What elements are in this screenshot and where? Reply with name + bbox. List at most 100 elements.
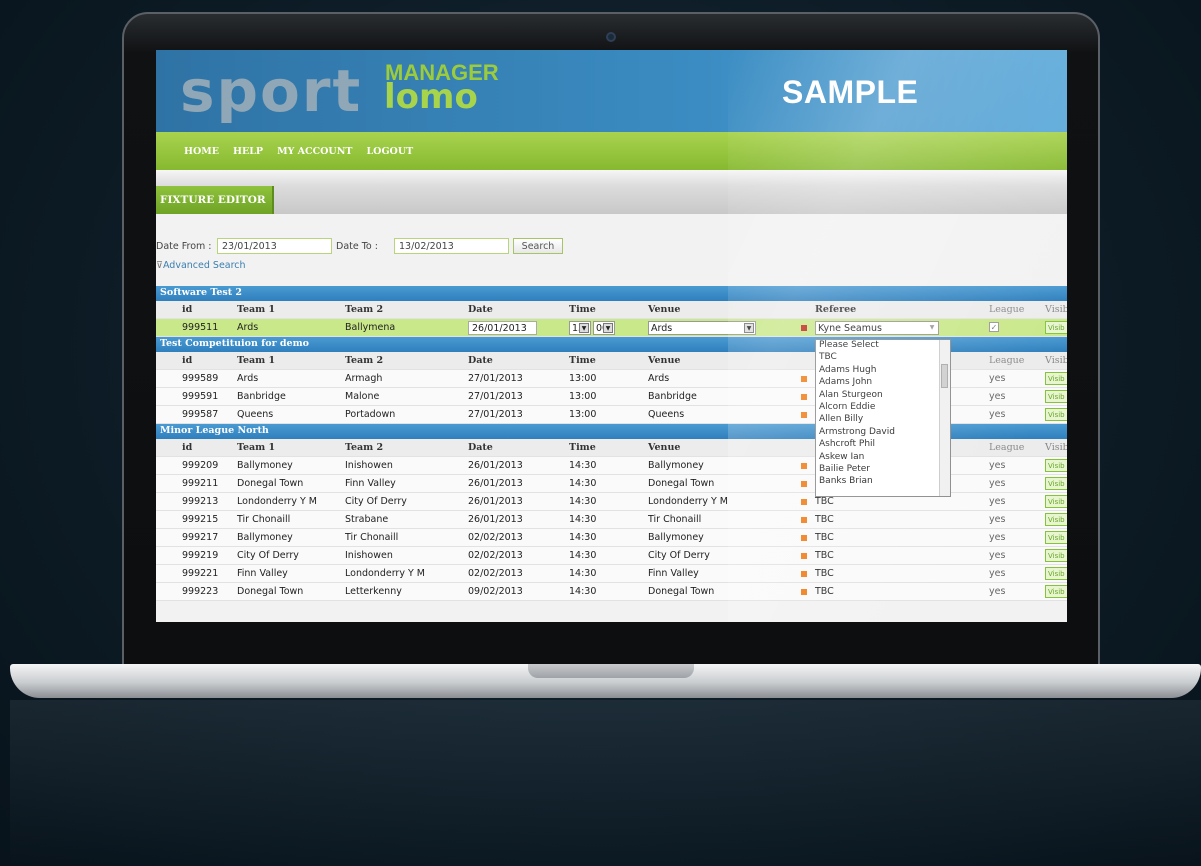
cell-league: yes: [989, 568, 1006, 579]
laptop-reflection: [10, 700, 1201, 866]
visible-button[interactable]: Visib: [1045, 585, 1067, 598]
cell-team1: Queens: [237, 409, 274, 420]
dropdown-option[interactable]: Alan Sturgeon: [816, 390, 950, 402]
dropdown-option[interactable]: Adams Hugh: [816, 365, 950, 377]
venue-value: Ards: [651, 323, 673, 334]
editing-row[interactable]: 999511 Ards Ballymena 26/01/2013 13▼ 00▼…: [156, 319, 1067, 337]
dropdown-option[interactable]: Askew Ian: [816, 452, 950, 464]
cell-league: yes: [989, 373, 1006, 384]
cell-league: yes: [989, 496, 1006, 507]
cell-league: yes: [989, 586, 1006, 597]
visible-button[interactable]: Visib: [1045, 531, 1067, 544]
visible-button[interactable]: Visib: [1045, 513, 1067, 526]
minute-select[interactable]: 00▼: [593, 321, 615, 335]
cell-venue: Ballymoney: [648, 460, 704, 471]
referee-marker-icon: [801, 553, 807, 559]
table-row[interactable]: 999215 Tir Chonaill Strabane 26/01/2013 …: [156, 511, 1067, 529]
scrollbar-thumb[interactable]: [941, 364, 948, 388]
visible-button[interactable]: Visib: [1045, 408, 1067, 421]
cell-team2: Tir Chonaill: [345, 532, 399, 543]
nav-help[interactable]: HELP: [233, 146, 263, 157]
advanced-search-link[interactable]: ⊽Advanced Search: [156, 260, 246, 271]
dropdown-option[interactable]: Armstrong David: [816, 427, 950, 439]
cell-venue: Donegal Town: [648, 586, 715, 597]
col-team2: Team 2: [345, 355, 384, 366]
cell-team1: Ballymoney: [237, 460, 293, 471]
nav-my-account[interactable]: MY ACCOUNT: [277, 146, 352, 157]
table-row[interactable]: 999223 Donegal Town Letterkenny 09/02/20…: [156, 583, 1067, 601]
table-row[interactable]: 999219 City Of Derry Inishowen 02/02/201…: [156, 547, 1067, 565]
chevron-down-icon: ▼: [744, 323, 754, 333]
visible-button[interactable]: Visib: [1045, 390, 1067, 403]
sub-bar: [156, 170, 1067, 186]
visible-button[interactable]: Visib: [1045, 495, 1067, 508]
date-to-field[interactable]: 13/02/2013: [394, 238, 509, 254]
league-checkbox[interactable]: ✓: [989, 322, 999, 332]
cell-team2: Portadown: [345, 409, 396, 420]
visible-button[interactable]: Visib: [1045, 477, 1067, 490]
table-row[interactable]: 999217 Ballymoney Tir Chonaill 02/02/201…: [156, 529, 1067, 547]
cell-date: 02/02/2013: [468, 550, 523, 561]
referee-marker-icon: [801, 535, 807, 541]
col-league: League: [989, 304, 1025, 315]
cell-time: 14:30: [569, 568, 597, 579]
date-from-label: Date From :: [156, 241, 212, 252]
cell-team1: Donegal Town: [237, 586, 304, 597]
referee-dropdown-list[interactable]: Please Select TBC Adams Hugh Adams John Alan…: [815, 339, 951, 497]
cell-id: 999221: [182, 568, 219, 579]
venue-select[interactable]: Ards ▼: [648, 321, 756, 335]
nav-logout[interactable]: LOGOUT: [366, 146, 413, 157]
col-league: League: [989, 442, 1025, 453]
dropdown-option[interactable]: Ashcroft Phil: [816, 439, 950, 451]
cell-referee[interactable]: TBC: [815, 586, 834, 597]
col-team1: Team 1: [237, 442, 276, 453]
dropdown-scrollbar[interactable]: [939, 340, 950, 496]
dropdown-option[interactable]: TBC: [816, 352, 950, 364]
date-from-field[interactable]: 23/01/2013: [217, 238, 332, 254]
dropdown-option[interactable]: Allen Billy: [816, 414, 950, 426]
dropdown-option[interactable]: Banks Brian: [816, 476, 950, 488]
table-row[interactable]: 999221 Finn Valley Londonderry Y M 02/02…: [156, 565, 1067, 583]
dropdown-option[interactable]: Bailie Peter: [816, 464, 950, 476]
col-team1: Team 1: [237, 355, 276, 366]
referee-marker-icon: [801, 394, 807, 400]
visible-button[interactable]: Visib: [1045, 372, 1067, 385]
dropdown-option[interactable]: Adams John: [816, 377, 950, 389]
section-header: Software Test 2: [156, 286, 1067, 301]
date-input[interactable]: 26/01/2013: [468, 321, 537, 335]
col-id: id: [182, 355, 193, 366]
cell-team2: Inishowen: [345, 460, 393, 471]
referee-select[interactable]: Kyne Seamus ▼: [815, 321, 939, 335]
cell-time: 14:30: [569, 532, 597, 543]
cell-date: 26/01/2013: [468, 478, 523, 489]
cell-id: 999217: [182, 532, 219, 543]
visible-button[interactable]: Visib: [1045, 459, 1067, 472]
cell-team2: City Of Derry: [345, 496, 407, 507]
cell-team2: Inishowen: [345, 550, 393, 561]
visible-button[interactable]: Visib: [1045, 321, 1067, 334]
cell-id: 999211: [182, 478, 219, 489]
cell-referee[interactable]: TBC: [815, 568, 834, 579]
cell-time: 14:30: [569, 496, 597, 507]
dropdown-option[interactable]: Please Select: [816, 340, 950, 352]
search-button[interactable]: Search: [513, 238, 563, 254]
cell-league: yes: [989, 460, 1006, 471]
tab-fixture-editor[interactable]: FIXTURE EDITOR: [156, 186, 274, 214]
chevron-down-icon: ▼: [603, 323, 613, 333]
referee-marker-icon: [801, 571, 807, 577]
referee-marker-icon: [801, 412, 807, 418]
cell-date: 27/01/2013: [468, 391, 523, 402]
visible-button[interactable]: Visib: [1045, 549, 1067, 562]
visible-button[interactable]: Visib: [1045, 567, 1067, 580]
cell-referee[interactable]: TBC: [815, 514, 834, 525]
cell-referee[interactable]: TBC: [815, 532, 834, 543]
cell-referee[interactable]: TBC: [815, 550, 834, 561]
cell-date: 26/01/2013: [468, 460, 523, 471]
nav-home[interactable]: HOME: [184, 146, 219, 157]
cell-referee[interactable]: TBC: [815, 496, 834, 507]
cell-league: yes: [989, 514, 1006, 525]
date-to-label: Date To :: [336, 241, 378, 252]
cell-date: 02/02/2013: [468, 532, 523, 543]
hour-select[interactable]: 13▼: [569, 321, 591, 335]
dropdown-option[interactable]: Alcorn Eddie: [816, 402, 950, 414]
